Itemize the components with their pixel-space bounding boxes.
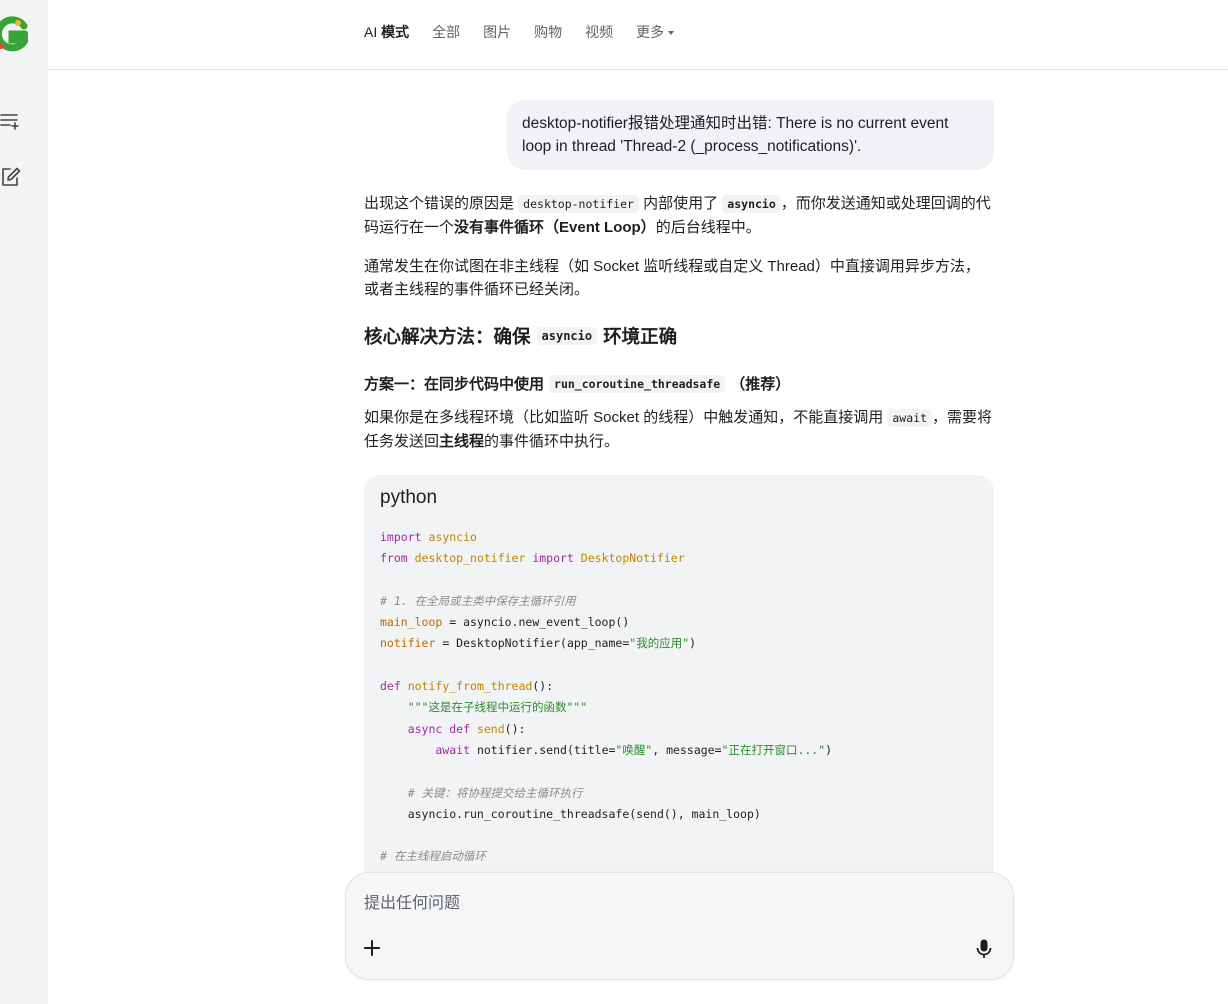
code-comment: # 关键：将协程提交给主循环执行 — [380, 785, 583, 800]
top-nav: AI 模式 全部 图片 购物 视频 更多 — [48, 0, 1228, 70]
conversation: desktop-notifier报错处理通知时出错: There is no c… — [364, 100, 994, 905]
tab-ai-prefix: AI — [364, 24, 382, 40]
inline-code: desktop-notifier — [518, 195, 639, 213]
code-token: def — [380, 679, 401, 694]
code-string: "我的应用" — [629, 636, 690, 651]
tab-images[interactable]: 图片 — [483, 22, 511, 42]
subsection-heading: 方案一：在同步代码中使用 run_coroutine_threadsafe （推荐） — [364, 373, 994, 394]
tab-more-label: 更多 — [636, 24, 665, 40]
code-token: await — [380, 742, 471, 757]
tab-more[interactable]: 更多 — [636, 22, 675, 42]
prompt-box — [345, 872, 1014, 980]
tab-ai-mode[interactable]: AI 模式 — [364, 22, 409, 42]
text: 环境正确 — [603, 326, 678, 347]
code-string: "唤醒" — [615, 742, 653, 757]
code-token: from — [380, 551, 408, 566]
tab-ai-bold: 模式 — [381, 24, 410, 40]
answer-paragraph-2: 通常发生在你试图在非主线程（如 Socket 监听线程或自定义 Thread）中… — [364, 258, 980, 298]
code-token: DesktopNotifier — [573, 551, 685, 566]
code-token: = DesktopNotifier(app_name= — [435, 636, 630, 651]
app-logo[interactable] — [0, 14, 28, 54]
prompt-input[interactable] — [364, 893, 924, 915]
code-token: , message= — [652, 742, 722, 757]
new-chat-icon[interactable] — [0, 166, 22, 188]
text: 方案一：在同步代码中使用 — [364, 376, 545, 393]
code-token: send — [470, 721, 505, 736]
tab-all[interactable]: 全部 — [432, 22, 460, 42]
code-token: = asyncio.new_event_loop() — [442, 615, 630, 630]
text: 的事件循环中执行。 — [484, 433, 620, 450]
section-heading: 核心解决方法：确保 asyncio 环境正确 — [364, 323, 994, 349]
code-token: notifier — [380, 636, 436, 651]
text: 核心解决方法：确保 — [364, 326, 531, 347]
code-token: (): — [504, 721, 526, 736]
code-content[interactable]: import asyncio from desktop_notifier imp… — [380, 527, 978, 868]
code-token: import — [532, 551, 574, 566]
code-token: asyncio.run_coroutine_threadsafe(send(),… — [380, 806, 761, 821]
chevron-down-icon — [668, 30, 675, 35]
answer-paragraph-1: 出现这个错误的原因是 desktop-notifier 内部使用了 asynci… — [364, 192, 994, 239]
code-token: async def — [380, 721, 471, 736]
inline-code: await — [887, 409, 932, 427]
plus-icon[interactable] — [363, 939, 381, 957]
code-string: """这是在子线程中运行的函数""" — [380, 700, 588, 715]
chat-list-icon[interactable] — [0, 110, 22, 132]
tab-videos[interactable]: 视频 — [585, 22, 613, 42]
code-token: asyncio — [421, 530, 477, 544]
user-message: desktop-notifier报错处理通知时出错: There is no c… — [507, 100, 994, 170]
text: （推荐） — [730, 376, 791, 393]
code-token: desktop_notifier — [407, 551, 533, 566]
inline-code: asyncio — [536, 327, 598, 345]
answer-paragraph-3: 如果你是在多线程环境（比如监听 Socket 的线程）中触发通知，不能直接调用 … — [364, 406, 994, 453]
code-token: notify_from_thread — [400, 679, 533, 694]
text: 出现这个错误的原因是 — [364, 195, 519, 212]
code-language-label: python — [380, 487, 438, 508]
bold-text: 主线程 — [439, 433, 485, 450]
code-comment: # 在主线程启动循环 — [380, 849, 486, 864]
ai-answer: 出现这个错误的原因是 desktop-notifier 内部使用了 asynci… — [364, 192, 994, 905]
text: 如果你是在多线程环境（比如监听 Socket 的线程）中触发通知，不能直接调用 — [364, 409, 888, 426]
bold-text: 没有事件循环（Event Loop） — [454, 219, 656, 236]
mic-icon[interactable] — [976, 939, 992, 959]
code-token: main_loop — [380, 615, 443, 630]
code-token: ) — [825, 742, 833, 757]
search-tabs: AI 模式 全部 图片 购物 视频 更多 — [364, 22, 697, 42]
code-block[interactable]: python import asyncio from desktop_notif… — [364, 475, 994, 905]
inline-code: run_coroutine_threadsafe — [549, 374, 726, 393]
code-string: "正在打开窗口..." — [721, 742, 826, 757]
code-token: notifier.send(title= — [470, 742, 616, 757]
left-rail — [0, 0, 48, 1004]
code-token: ) — [689, 636, 697, 651]
code-token: import — [380, 530, 422, 544]
code-token: (): — [532, 679, 554, 694]
tab-shopping[interactable]: 购物 — [534, 22, 562, 42]
text: 的后台线程中。 — [655, 219, 761, 236]
text: 内部使用了 — [638, 195, 723, 212]
code-comment: # 1. 在全局或主类中保存主循环引用 — [380, 593, 576, 608]
inline-code: asyncio — [722, 195, 781, 213]
